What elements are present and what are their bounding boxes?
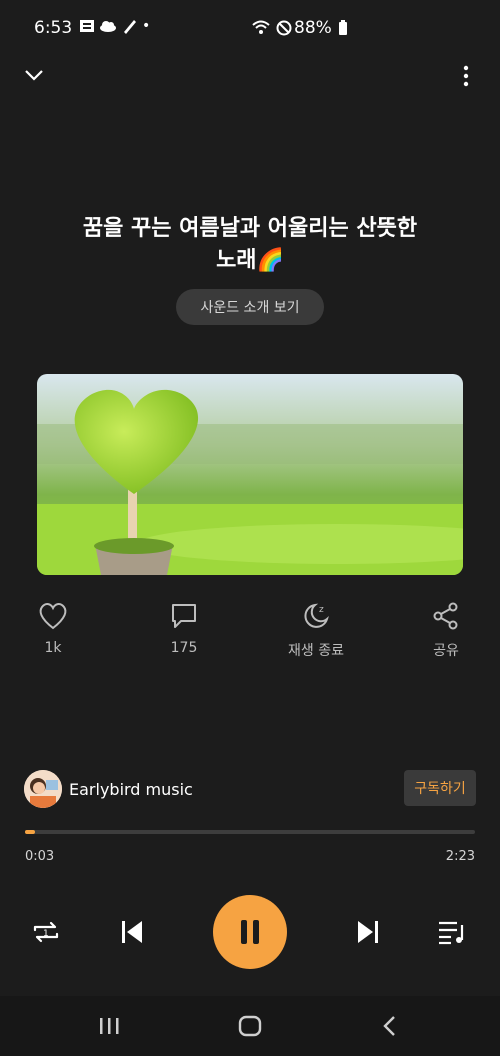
progress-bar[interactable] — [25, 830, 475, 834]
comment-count: 175 — [170, 640, 198, 656]
battery-percent: 88% — [294, 18, 332, 38]
progress-fill — [25, 830, 35, 834]
pen-icon — [124, 20, 136, 34]
skip-next-icon — [358, 921, 378, 943]
action-row: 1k 175 z 재생 종료 공유 — [0, 600, 500, 670]
previous-button[interactable] — [112, 914, 152, 950]
album-artwork — [37, 374, 463, 575]
like-count: 1k — [44, 640, 62, 656]
channel-row: Earlybird music 구독하기 — [24, 768, 476, 808]
wifi-icon — [252, 20, 270, 34]
repeat-button[interactable]: 1 — [26, 914, 66, 950]
share-action[interactable]: 공유 — [406, 600, 486, 660]
skip-previous-icon — [122, 921, 142, 943]
channel-avatar[interactable] — [24, 770, 62, 808]
battery-icon — [338, 20, 347, 35]
back-icon[interactable] — [380, 1015, 398, 1037]
top-bar — [0, 60, 500, 100]
share-label: 공유 — [433, 643, 459, 659]
track-title: 꿈을 꾸는 여름날과 어울리는 산뜻한 노래🌈 — [40, 213, 460, 277]
sleep-timer-action[interactable]: z 재생 종료 — [276, 600, 356, 660]
sleep-timer-label: 재생 종료 — [288, 643, 344, 659]
heart-icon — [39, 603, 67, 630]
repeat-icon: 1 — [33, 921, 59, 943]
svg-text:z: z — [319, 605, 324, 615]
playback-controls: 1 — [0, 892, 500, 972]
status-bar: 6:53 • 88% — [0, 0, 500, 60]
share-icon — [433, 602, 458, 630]
app-notification-icon — [80, 20, 94, 32]
play-pause-button[interactable] — [213, 895, 287, 969]
dnd-icon — [276, 20, 292, 36]
channel-name[interactable]: Earlybird music — [69, 780, 193, 799]
more-options-icon[interactable] — [460, 65, 472, 87]
cloud-icon — [100, 21, 116, 32]
track-title-line1: 꿈을 꾸는 여름날과 어울리는 산뜻한 — [82, 216, 418, 241]
pause-icon — [241, 920, 259, 944]
chevron-down-icon[interactable] — [24, 68, 44, 82]
sleep-timer-icon: z — [304, 603, 329, 628]
svg-text:1: 1 — [43, 929, 49, 939]
battery-status: 88% — [294, 18, 478, 38]
sound-intro-button[interactable]: 사운드 소개 보기 — [176, 289, 324, 325]
duration: 2:23 — [445, 849, 475, 864]
current-time: 0:03 — [25, 849, 55, 864]
comment-action[interactable]: 175 — [144, 600, 224, 656]
playlist-button[interactable] — [432, 914, 472, 950]
subscribe-button[interactable]: 구독하기 — [404, 770, 476, 806]
home-icon[interactable] — [238, 1015, 262, 1037]
status-center-icons — [252, 20, 292, 36]
playlist-icon — [439, 921, 464, 945]
system-nav-bar — [0, 996, 500, 1056]
status-time: 6:53 — [34, 18, 73, 38]
next-button[interactable] — [348, 914, 388, 950]
comment-icon — [172, 604, 196, 628]
recent-apps-icon[interactable] — [98, 1016, 122, 1036]
notification-icons: • — [80, 18, 150, 34]
dot-icon: • — [142, 18, 151, 34]
track-title-line2: 노래🌈 — [216, 248, 284, 273]
like-action[interactable]: 1k — [13, 600, 93, 656]
